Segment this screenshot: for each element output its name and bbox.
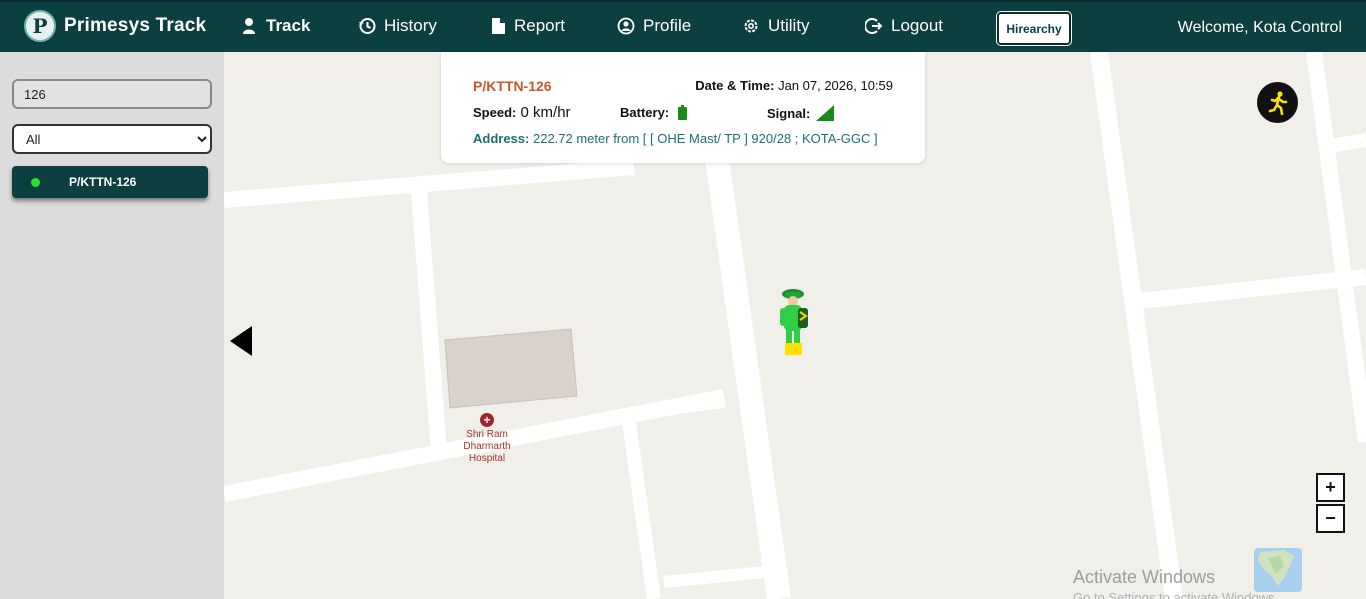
- user-circle-icon: [617, 17, 635, 35]
- address-value: 222.72 meter from [ [ OHE Mast/ TP ] 920…: [532, 131, 878, 146]
- hospital-cross-icon: +: [480, 413, 494, 427]
- nav-profile-label: Profile: [643, 16, 692, 35]
- nav-track-label: Track: [266, 16, 311, 35]
- signal-strength-icon: [816, 105, 835, 121]
- top-navbar: P Primesys Track Track History Report Pr…: [0, 0, 1366, 52]
- info-signal: Signal:: [767, 105, 835, 121]
- info-speed: Speed: 0 km/hr: [473, 104, 571, 121]
- info-address: Address: 222.72 meter from [ [ OHE Mast/…: [473, 131, 878, 146]
- zoom-out-button[interactable]: −: [1316, 504, 1345, 533]
- hierarchy-button[interactable]: Hirearchy: [997, 12, 1071, 45]
- vehicle-label: P/KTTN-126: [69, 175, 137, 189]
- signal-label: Signal:: [767, 105, 811, 121]
- gear-icon: [744, 19, 758, 33]
- activate-windows-title: Activate Windows: [1073, 567, 1216, 587]
- battery-icon: [678, 105, 688, 120]
- p-logo-icon: P: [24, 10, 56, 42]
- walking-person-icon: [1268, 90, 1287, 115]
- field-worker-marker-icon[interactable]: [776, 286, 812, 358]
- speed-value: 0 km/hr: [520, 104, 571, 121]
- zoom-in-button[interactable]: +: [1316, 473, 1345, 502]
- nav-history-label: History: [384, 16, 437, 35]
- minimap-thumbnail[interactable]: [1254, 548, 1302, 592]
- brand[interactable]: P Primesys Track: [24, 10, 206, 42]
- vehicle-info-card: P/KTTN-126 Date & Time: Jan 07, 2026, 10…: [441, 52, 925, 163]
- battery-label: Battery:: [620, 105, 670, 120]
- vehicle-list-item[interactable]: P/KTTN-126: [12, 166, 208, 198]
- brand-name: Primesys Track: [64, 15, 207, 36]
- logout-icon: [865, 18, 883, 34]
- nav-utility-label: Utility: [768, 16, 810, 35]
- file-icon: [492, 18, 505, 34]
- nav-report-label: Report: [514, 16, 566, 35]
- activate-windows-subtitle: Go to Settings to activate Windows.: [1073, 590, 1279, 599]
- datetime-value: Jan 07, 2026, 10:59: [778, 78, 893, 93]
- collapse-sidebar-arrow-icon[interactable]: [230, 326, 254, 356]
- street-view-button[interactable]: [1257, 82, 1298, 123]
- person-pin-icon: [243, 18, 255, 34]
- nav-logout-label: Logout: [891, 16, 943, 35]
- address-label: Address:: [473, 131, 530, 146]
- info-datetime: Date & Time: Jan 07, 2026, 10:59: [695, 78, 893, 93]
- nav-report[interactable]: Report: [491, 16, 565, 36]
- online-status-dot: [31, 177, 40, 187]
- history-icon: [359, 18, 376, 34]
- welcome-text: Welcome, Kota Control: [1177, 19, 1342, 36]
- sidebar: All P/KTTN-126: [0, 52, 224, 599]
- nav-logout[interactable]: Logout: [865, 16, 943, 36]
- nav-profile[interactable]: Profile: [617, 16, 691, 36]
- nav-utility[interactable]: Utility: [742, 16, 810, 36]
- hospital-poi[interactable]: + Shri Ram Dharmarth Hospital: [455, 413, 519, 465]
- status-filter-select[interactable]: All: [12, 124, 212, 154]
- speed-label: Speed:: [473, 105, 517, 120]
- info-vehicle-id: P/KTTN-126: [473, 78, 552, 94]
- datetime-label: Date & Time:: [695, 78, 775, 93]
- info-battery: Battery:: [620, 105, 688, 120]
- hospital-poi-label: Shri Ram Dharmarth Hospital: [463, 429, 511, 464]
- vehicle-search-input[interactable]: [12, 79, 212, 109]
- nav-track[interactable]: Track: [240, 16, 310, 36]
- nav-history[interactable]: History: [358, 16, 437, 36]
- minimap-image: [1254, 548, 1302, 592]
